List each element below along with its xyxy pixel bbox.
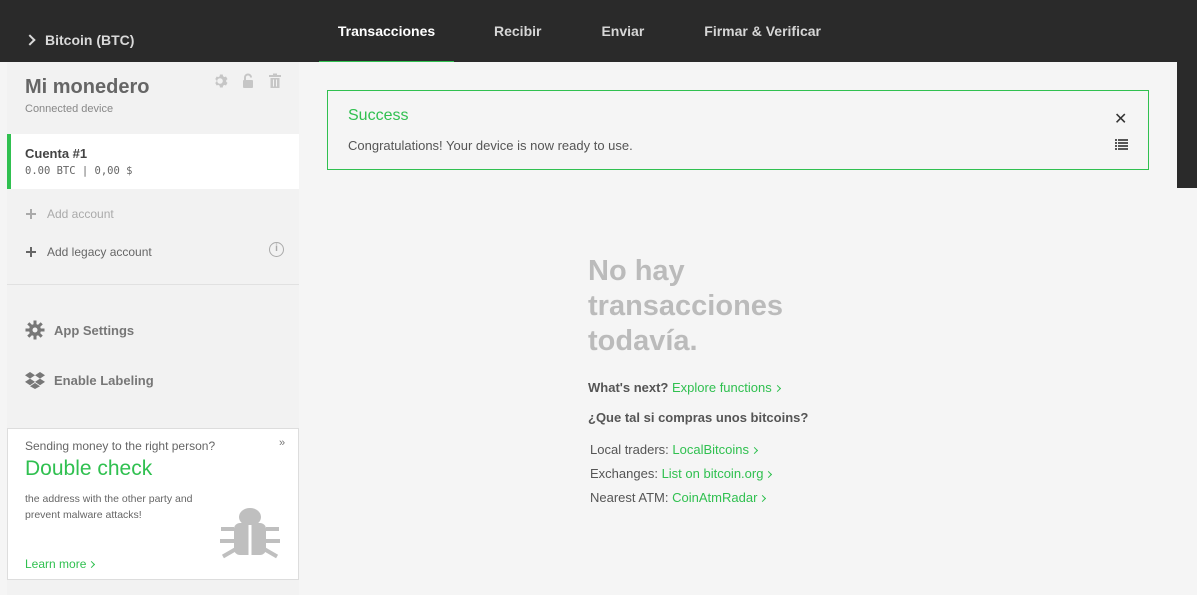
empty-title: No hay transacciones todavía. bbox=[588, 255, 784, 357]
top-bar-edge bbox=[1177, 62, 1197, 188]
buy-question: ¿Que tal si compras unos bitcoins? bbox=[588, 410, 808, 425]
wallet-status: Connected device bbox=[25, 103, 114, 115]
app-settings-label: App Settings bbox=[54, 322, 135, 338]
plus-icon bbox=[26, 209, 36, 219]
localbitcoins-link[interactable]: LocalBitcoins bbox=[672, 442, 759, 457]
alert-title: Success bbox=[348, 107, 409, 124]
chevron-right-icon bbox=[773, 384, 781, 393]
gear-icon bbox=[25, 320, 45, 340]
wallet-actions bbox=[213, 73, 283, 89]
tab-transactions[interactable]: Transacciones bbox=[319, 0, 454, 65]
local-traders-line: Local traders: LocalBitcoins bbox=[590, 442, 759, 457]
add-legacy-account-button[interactable]: Add legacy account bbox=[26, 245, 152, 259]
main-content: Success Congratulations! Your device is … bbox=[299, 62, 1177, 595]
promo-subtitle: Sending money to the right person? bbox=[25, 439, 216, 453]
tab-label: Enviar bbox=[601, 23, 645, 39]
wallet-title: Mi monedero bbox=[25, 76, 150, 98]
enable-labeling-button[interactable]: Enable Labeling bbox=[25, 371, 154, 389]
exchanges-label: Exchanges: bbox=[590, 466, 658, 481]
coinatmradar-label: CoinAtmRadar bbox=[672, 490, 758, 505]
gear-icon[interactable] bbox=[213, 73, 229, 89]
bitcoin-org-link[interactable]: List on bitcoin.org bbox=[661, 466, 773, 481]
account-balance: 0.00 BTC | 0,00 $ bbox=[25, 165, 133, 177]
success-alert: Success Congratulations! Your device is … bbox=[327, 90, 1149, 170]
chevron-right-icon bbox=[88, 560, 96, 569]
bug-icon bbox=[220, 508, 280, 559]
nearest-atm-line: Nearest ATM: CoinAtmRadar bbox=[590, 490, 767, 505]
chevron-right-icon bbox=[750, 446, 759, 455]
app-settings-button[interactable]: App Settings bbox=[25, 320, 134, 340]
close-icon[interactable]: ✕ bbox=[1114, 109, 1127, 129]
chevron-right-icon bbox=[24, 34, 36, 46]
whats-next-line: What's next? Explore functions bbox=[588, 380, 781, 395]
promo-collapse-button[interactable]: » bbox=[279, 437, 285, 449]
explore-functions-label: Explore functions bbox=[672, 380, 772, 395]
chevron-right-icon bbox=[759, 494, 767, 503]
tab-receive[interactable]: Recibir bbox=[474, 0, 561, 62]
tab-send[interactable]: Enviar bbox=[581, 0, 664, 62]
tab-label: Firmar & Verificar bbox=[704, 23, 822, 39]
coin-name: Bitcoin (BTC) bbox=[45, 32, 135, 48]
account-name: Cuenta #1 bbox=[25, 146, 88, 161]
info-icon[interactable]: i bbox=[269, 242, 284, 257]
enable-labeling-label: Enable Labeling bbox=[54, 372, 154, 388]
explore-functions-link[interactable]: Explore functions bbox=[672, 380, 781, 395]
add-account-label: Add account bbox=[47, 207, 114, 221]
empty-state: No hay transacciones todavía. bbox=[588, 254, 808, 359]
chevron-right-icon bbox=[765, 470, 773, 479]
promo-title: Double check bbox=[25, 457, 153, 480]
unlock-icon[interactable] bbox=[240, 73, 256, 89]
alert-message: Congratulations! Your device is now read… bbox=[348, 138, 633, 153]
buy-question-text: ¿Que tal si compras unos bitcoins? bbox=[588, 410, 809, 425]
bitcoin-org-label: List on bitcoin.org bbox=[661, 466, 764, 481]
security-promo: Sending money to the right person? » Dou… bbox=[7, 428, 299, 580]
add-account-button[interactable]: Add account bbox=[26, 207, 114, 221]
tab-label: Transacciones bbox=[337, 23, 436, 39]
tab-label: Recibir bbox=[494, 23, 542, 39]
plus-icon bbox=[26, 247, 36, 257]
account-item-1[interactable]: Cuenta #1 0.00 BTC | 0,00 $ bbox=[7, 134, 299, 189]
nearest-atm-label: Nearest ATM: bbox=[590, 490, 669, 505]
dropbox-icon bbox=[25, 372, 45, 389]
list-icon[interactable] bbox=[1115, 139, 1128, 150]
promo-text: the address with the other party and pre… bbox=[25, 493, 193, 521]
local-traders-label: Local traders: bbox=[590, 442, 669, 457]
localbitcoins-label: LocalBitcoins bbox=[672, 442, 749, 457]
sidebar-divider bbox=[7, 284, 299, 285]
add-legacy-label: Add legacy account bbox=[47, 245, 152, 259]
whats-next-label: What's next? bbox=[588, 380, 669, 395]
coin-selector[interactable]: Bitcoin (BTC) bbox=[24, 30, 135, 50]
tab-sign-verify[interactable]: Firmar & Verificar bbox=[684, 0, 841, 62]
learn-more-label: Learn more bbox=[25, 557, 87, 571]
learn-more-link[interactable]: Learn more bbox=[25, 557, 96, 571]
wallet-header: Mi monedero Connected device bbox=[25, 76, 149, 115]
coinatmradar-link[interactable]: CoinAtmRadar bbox=[672, 490, 767, 505]
trash-icon[interactable] bbox=[267, 73, 283, 89]
exchanges-line: Exchanges: List on bitcoin.org bbox=[590, 466, 773, 481]
main-tabs: Transacciones Recibir Enviar Firmar & Ve… bbox=[319, 0, 841, 65]
